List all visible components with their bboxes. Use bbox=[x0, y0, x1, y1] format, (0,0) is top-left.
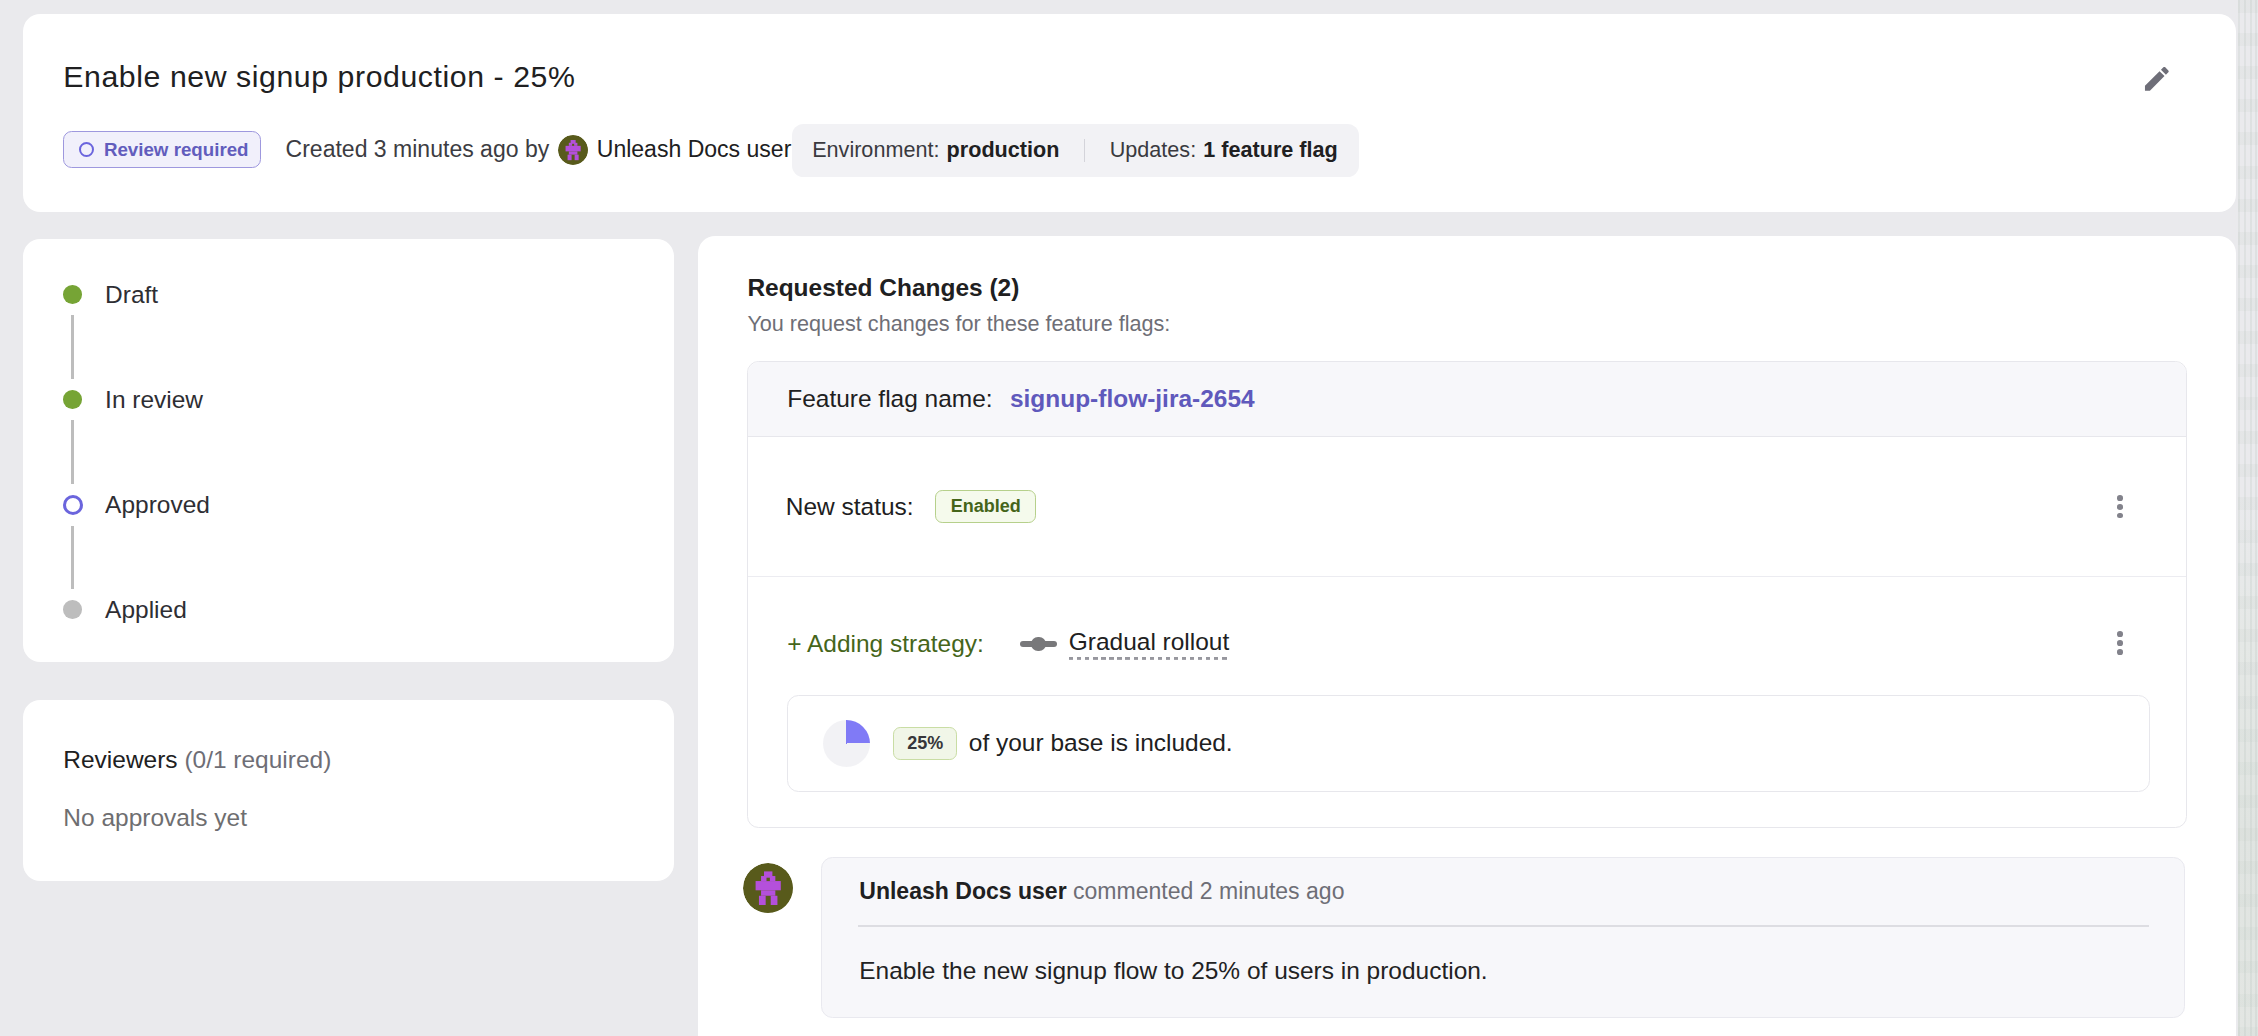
reviewers-title-text: Reviewers bbox=[63, 746, 177, 773]
updates-value: 1 feature flag bbox=[1203, 137, 1337, 163]
new-status-row: New status: Enabled bbox=[748, 437, 2186, 577]
reviewers-empty-text: No approvals yet bbox=[63, 804, 247, 832]
review-required-label: Review required bbox=[104, 139, 249, 161]
comment-author: Unleash Docs user bbox=[859, 878, 1066, 904]
timeline-connector bbox=[71, 526, 74, 589]
strategy-action-label: + Adding strategy: bbox=[787, 630, 984, 658]
header-meta-row: Review required Created 3 minutes ago by bbox=[63, 131, 791, 168]
pie-chart-icon bbox=[823, 720, 871, 768]
rollout-strategy-icon bbox=[1020, 637, 1057, 651]
reviewers-title: Reviewers (0/1 required) bbox=[63, 746, 331, 774]
enabled-badge: Enabled bbox=[935, 490, 1036, 523]
flag-header-row: Feature flag name: signup-flow-jira-2654 bbox=[748, 362, 2186, 437]
timeline-connector bbox=[71, 420, 74, 483]
timeline-label-in-review: In review bbox=[105, 386, 203, 414]
strategy-line: + Adding strategy: Gradual rollout bbox=[787, 626, 1229, 662]
reviewers-card: Reviewers (0/1 required) No approvals ye… bbox=[23, 700, 674, 881]
comment-avatar bbox=[743, 863, 793, 913]
requested-changes-subtitle: You request changes for these feature fl… bbox=[747, 311, 1170, 337]
new-status-label: New status: bbox=[786, 493, 914, 521]
page-title: Enable new signup production - 25% bbox=[63, 60, 575, 94]
strategy-menu-button[interactable] bbox=[2106, 629, 2135, 658]
edit-title-button[interactable] bbox=[2141, 63, 2173, 95]
rollout-summary-box: 25% of your base is included. bbox=[787, 695, 2149, 791]
timeline-dot-draft bbox=[63, 285, 82, 304]
timeline-dot-in-review bbox=[63, 390, 82, 409]
review-required-badge: Review required bbox=[63, 131, 261, 168]
timeline-label-applied: Applied bbox=[105, 596, 187, 624]
author-avatar[interactable] bbox=[558, 135, 588, 165]
flag-name-link[interactable]: signup-flow-jira-2654 bbox=[1010, 385, 1255, 413]
timeline-label-approved: Approved bbox=[105, 491, 210, 519]
environment-value: production bbox=[947, 137, 1060, 163]
strategy-name[interactable]: Gradual rollout bbox=[1069, 628, 1230, 660]
review-status-icon bbox=[79, 142, 94, 157]
requested-changes-title: Requested Changes (2) bbox=[747, 274, 1019, 302]
environment-label: Environment: bbox=[812, 137, 939, 163]
timeline-card: Draft In review Approved Applied bbox=[23, 239, 674, 662]
environment-summary: Environment: production Updates: 1 featu… bbox=[792, 124, 1359, 177]
updates-label: Updates: bbox=[1110, 137, 1196, 163]
comment-box: Unleash Docs user commented 2 minutes ag… bbox=[821, 857, 2185, 1018]
feature-flag-change-box: Feature flag name: signup-flow-jira-2654… bbox=[747, 361, 2187, 828]
strategy-row: + Adding strategy: Gradual rollout 25% o… bbox=[748, 577, 2186, 826]
timeline-dot-applied bbox=[63, 600, 82, 619]
rollout-description: of your base is included. bbox=[969, 729, 1233, 757]
comment-body: Enable the new signup flow to 25% of use… bbox=[859, 957, 1487, 985]
status-menu-button[interactable] bbox=[2106, 492, 2135, 521]
timeline-dot-approved bbox=[63, 495, 83, 515]
scrollbar-track[interactable] bbox=[2238, 0, 2258, 1036]
requested-changes-card: Requested Changes (2) You request change… bbox=[698, 236, 2236, 1036]
timeline-label-draft: Draft bbox=[105, 281, 158, 309]
change-request-page: Enable new signup production - 25% Revie… bbox=[0, 0, 2258, 1036]
timeline-connector bbox=[71, 315, 74, 378]
comment-divider bbox=[858, 925, 2149, 926]
comment-header: Unleash Docs user commented 2 minutes ag… bbox=[859, 878, 1344, 905]
flag-name-label: Feature flag name: bbox=[787, 385, 992, 413]
reviewers-requirement: (0/1 required) bbox=[184, 746, 331, 773]
env-divider bbox=[1084, 139, 1085, 162]
rollout-percent-badge: 25% bbox=[893, 727, 957, 760]
author-name: Unleash Docs user bbox=[597, 136, 792, 163]
header-card: Enable new signup production - 25% Revie… bbox=[23, 14, 2236, 211]
comment-meta: commented 2 minutes ago bbox=[1073, 878, 1344, 904]
created-text: Created 3 minutes ago by bbox=[286, 136, 550, 163]
